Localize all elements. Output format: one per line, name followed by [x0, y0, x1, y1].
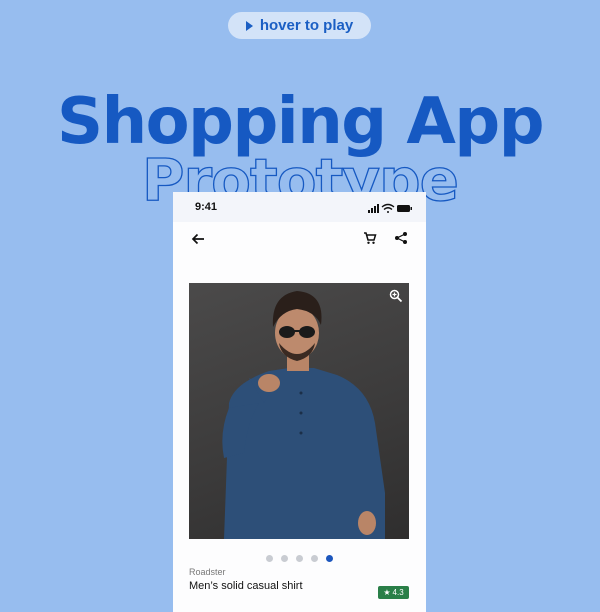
back-arrow-icon[interactable] [190, 231, 206, 247]
carousel-dot[interactable] [296, 555, 303, 563]
carousel-dot[interactable] [266, 555, 273, 563]
product-photo [222, 291, 385, 539]
battery-icon [397, 205, 412, 212]
hover-to-play-button[interactable]: hover to play [228, 12, 371, 39]
hover-to-play-label: hover to play [259, 17, 354, 34]
rating-badge: ★ 4.3 [378, 586, 409, 599]
app-bar [173, 222, 426, 258]
play-icon [245, 20, 253, 31]
zoom-in-icon[interactable] [389, 289, 403, 303]
product-brand: Roadster [189, 567, 226, 577]
carousel-dot[interactable] [281, 555, 288, 563]
status-time: 9:41 [195, 201, 218, 213]
product-image[interactable] [189, 283, 409, 539]
share-icon[interactable] [394, 231, 408, 245]
phone-frame: 9:41 Roadster Men’s solid casual shirt ★… [173, 192, 426, 612]
product-name: Men’s solid casual shirt [189, 580, 303, 592]
cart-icon[interactable] [363, 231, 377, 245]
status-bar: 9:41 [173, 192, 426, 222]
carousel-dot[interactable] [326, 555, 333, 563]
carousel-dot[interactable] [311, 555, 318, 563]
signal-icon [368, 204, 379, 213]
star-icon: ★ [383, 588, 391, 597]
carousel-indicator [173, 550, 426, 568]
rating-value: 4.3 [392, 588, 404, 597]
wifi-icon [381, 203, 395, 213]
